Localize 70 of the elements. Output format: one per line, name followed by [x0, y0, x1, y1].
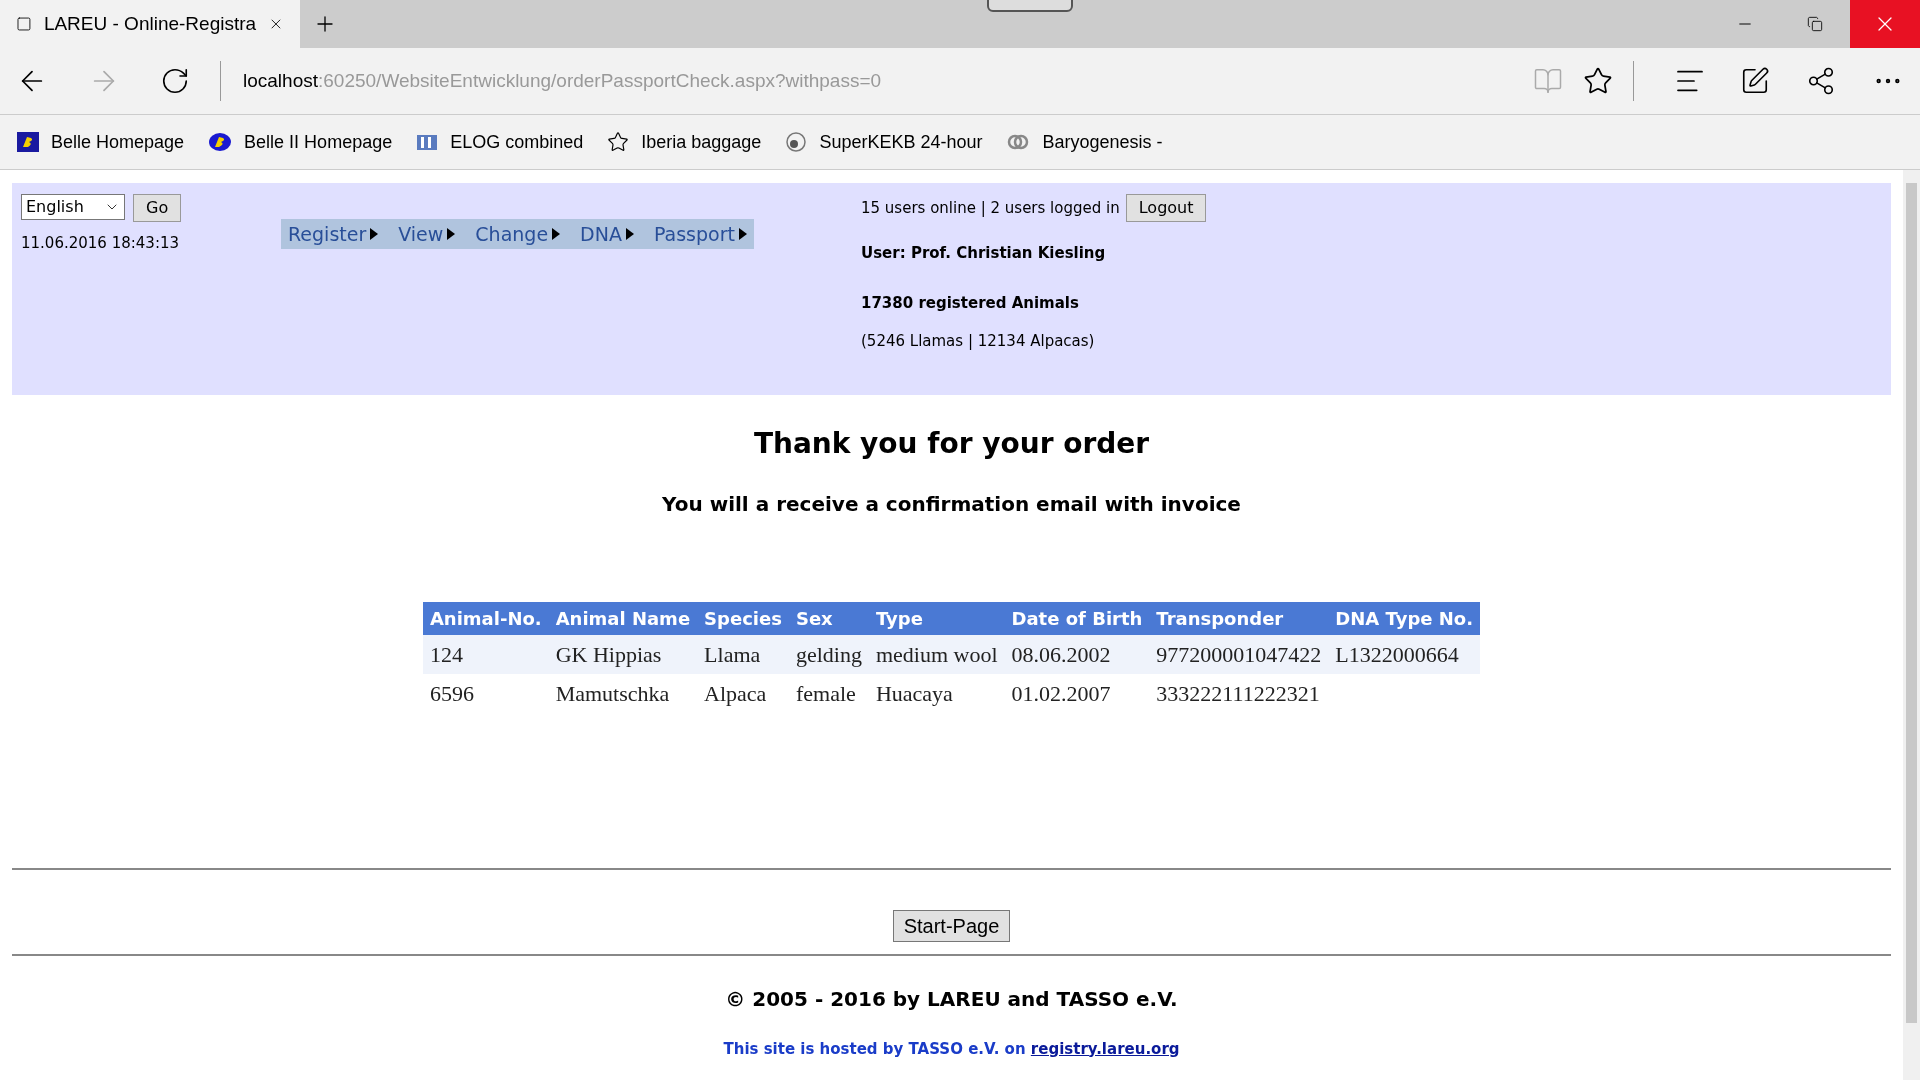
hosted-by-text: This site is hosted by TASSO e.V. on registry.lareu.org	[722, 1038, 1181, 1060]
favorite-star-icon[interactable]	[1583, 66, 1613, 96]
tab-title: LAREU - Online-Registra	[43, 11, 257, 36]
restore-icon[interactable]	[1807, 16, 1823, 32]
column-header: Animal Name	[548, 602, 698, 635]
date-time: 11.06.2016 18:43:13	[21, 233, 181, 254]
menu-item[interactable]: DNA	[580, 219, 634, 249]
caret-icon	[552, 228, 561, 240]
species-breakdown: (5246 Llamas | 12134 Alpacas)	[861, 331, 1096, 352]
menu-item[interactable]: View	[398, 219, 456, 249]
caret-icon	[738, 228, 747, 240]
registry-link[interactable]: registry.lareu.org	[1030, 1039, 1180, 1058]
table-cell: Alpaca	[697, 674, 789, 713]
column-header: Date of Birth	[1004, 602, 1150, 635]
start-page-button[interactable]: Start-Page	[892, 909, 1011, 942]
favorite-link[interactable]: Iberia baggage	[641, 128, 762, 156]
table-cell: GK Hippias	[548, 635, 698, 674]
page-subheading: You will a receive a confirmation email with invoice	[661, 491, 1242, 518]
menu-item[interactable]: Passport	[653, 219, 747, 249]
column-header: Sex	[788, 602, 869, 635]
table-cell: 977200001047422	[1149, 635, 1329, 674]
column-header: Species	[697, 602, 789, 635]
table-cell: Llama	[697, 635, 789, 674]
user-name: User: Prof. Christian Kiesling	[861, 243, 1107, 264]
star-icon	[607, 131, 630, 153]
column-header: Transponder	[1149, 602, 1329, 635]
table-cell: gelding	[788, 635, 869, 674]
logo-icon	[785, 131, 808, 153]
registered-count: 17380 registered Animals	[861, 292, 1080, 314]
column-header: Type	[868, 602, 1005, 635]
table-cell: Mamutschka	[548, 674, 698, 713]
language-select[interactable]: English	[21, 194, 125, 220]
menu-item[interactable]: Change	[475, 219, 561, 249]
logo-icon	[17, 132, 39, 152]
copyright-text: © 2005 - 2016 by LAREU and TASSO e.V.	[724, 985, 1179, 1013]
web-note-icon[interactable]	[1740, 66, 1770, 96]
table-cell: L1322000664	[1328, 635, 1481, 674]
table-cell: 6596	[422, 674, 549, 713]
menu-item[interactable]: Register	[288, 219, 379, 249]
column-header: Animal-No.	[422, 602, 549, 635]
table-cell: 08.06.2002	[1004, 635, 1150, 674]
scrollbar[interactable]	[1903, 170, 1920, 1080]
share-icon[interactable]	[1806, 66, 1836, 96]
table-cell: 333222111222321	[1149, 674, 1329, 713]
go-button[interactable]: Go	[133, 194, 182, 222]
refresh-icon[interactable]	[160, 66, 190, 96]
table-cell: female	[788, 674, 869, 713]
page-heading: Thank you for your order	[752, 426, 1151, 462]
page-icon	[16, 14, 32, 34]
online-status: 15 users online | 2 users logged in	[861, 197, 1120, 219]
table-cell: 01.02.2007	[1004, 674, 1150, 713]
caret-icon	[447, 228, 456, 240]
favorite-link[interactable]: Baryogenesis -	[1042, 128, 1163, 156]
drag-handle[interactable]	[987, 0, 1073, 12]
table-cell: medium wool	[868, 635, 1005, 674]
caret-icon	[370, 228, 379, 240]
favorite-link[interactable]: SuperKEKB 24-hour	[819, 128, 983, 156]
table-cell: 124	[422, 635, 549, 674]
column-header: DNA Type No.	[1328, 602, 1481, 635]
favorite-link[interactable]: Belle Homepage	[51, 128, 185, 156]
favorite-link[interactable]: ELOG combined	[450, 128, 584, 156]
table-cell: Huacaya	[868, 674, 1005, 713]
url-field[interactable]: localhost:60250/WebsiteEntwicklung/orderPassportCheck.aspx?withpass=0	[243, 66, 1533, 96]
browser-tab[interactable]: LAREU - Online-Registra	[0, 0, 300, 48]
favorite-link[interactable]: Belle II Homepage	[244, 128, 393, 156]
logo-icon	[208, 132, 233, 152]
rings-icon	[1006, 133, 1031, 151]
caret-icon	[625, 228, 634, 240]
logout-button[interactable]: Logout	[1125, 194, 1207, 222]
logo-icon	[416, 132, 439, 152]
